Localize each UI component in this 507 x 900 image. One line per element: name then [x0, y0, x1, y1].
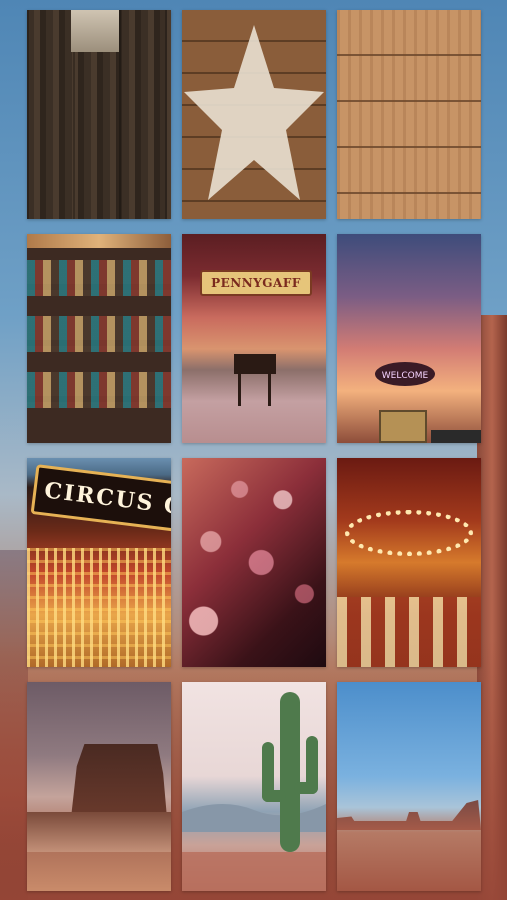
stool-leg: [268, 374, 271, 406]
cowboy-boots-tile[interactable]: [27, 234, 171, 443]
circus-marquee-sign: CIRCUS C: [30, 464, 171, 534]
circus-marquee-tile[interactable]: CIRCUS C: [27, 458, 171, 667]
shop-ceiling: [27, 234, 171, 248]
light-wood-planks-tile[interactable]: [337, 10, 481, 219]
welcome-sign: WELCOME: [375, 362, 435, 386]
butte-rock: [71, 744, 167, 818]
pennygaff-stage-tile[interactable]: PENNYGAFF: [182, 234, 326, 443]
boot-shelf: [27, 316, 171, 352]
wood-grain: [337, 10, 481, 219]
saguaro-cactus-tile[interactable]: [182, 682, 326, 891]
welcome-sign-sunset-tile[interactable]: WELCOME: [337, 234, 481, 443]
monument-valley-tile[interactable]: [337, 682, 481, 891]
desert-butte-tile[interactable]: [27, 682, 171, 891]
star-icon: [184, 25, 324, 200]
marquee-lights: [27, 548, 171, 667]
sign-tower: [379, 410, 427, 443]
boot-shelf: [27, 372, 171, 408]
building-roof: [431, 430, 481, 443]
bokeh-lights-tile[interactable]: [182, 458, 326, 667]
weathered-wood-tile[interactable]: [27, 10, 171, 219]
stool-leg: [238, 374, 241, 406]
butte-base: [27, 812, 171, 852]
carousel-light-ring: [345, 510, 473, 556]
stage-stool: [234, 354, 276, 374]
cactus-icon: [182, 692, 326, 891]
carousel-posts: [337, 597, 481, 667]
carousel-tile[interactable]: [337, 458, 481, 667]
pennygaff-banner: PENNYGAFF: [200, 270, 312, 296]
welcome-sign-text: WELCOME: [382, 371, 429, 381]
distant-mesas: [337, 800, 481, 830]
boot-shelf: [27, 260, 171, 296]
wood-star-tile[interactable]: [182, 10, 326, 219]
paper-patch: [71, 10, 119, 52]
